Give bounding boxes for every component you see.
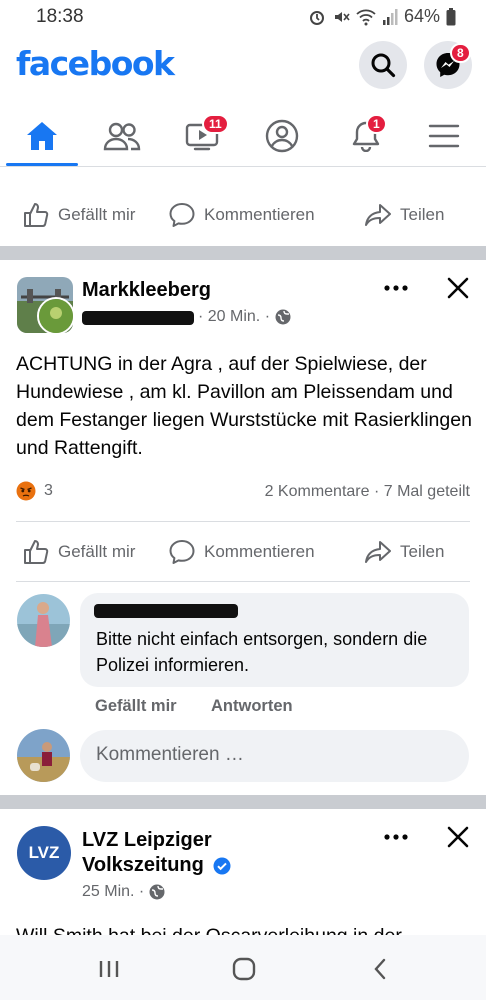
share-button[interactable]: Teilen — [364, 201, 444, 229]
page-avatar-badge — [37, 297, 75, 335]
like-icon — [22, 538, 50, 566]
tab-profile[interactable] — [242, 110, 322, 162]
tab-notifications[interactable] — [326, 110, 406, 162]
reaction-count: 3 — [44, 482, 53, 499]
commenter-avatar[interactable] — [17, 594, 70, 647]
redacted-commenter-name — [94, 604, 238, 618]
comment-label: Kommentieren — [204, 542, 315, 561]
nav-border — [0, 166, 486, 167]
share-icon — [364, 201, 392, 229]
post2-page-name[interactable]: LVZ Leipziger Volkszeitung — [82, 828, 282, 878]
globe-icon — [275, 309, 291, 325]
tab-friends[interactable] — [82, 110, 162, 162]
user-avatar[interactable] — [17, 729, 70, 782]
tab-home[interactable] — [2, 110, 82, 162]
post-more-button[interactable] — [382, 276, 410, 300]
back-button[interactable] — [372, 957, 388, 981]
battery-percent: 64% — [403, 6, 440, 26]
status-icons: 64% — [308, 6, 456, 27]
post-text: ACHTUNG in der Agra , auf der Spielwiese… — [16, 353, 472, 459]
like-button[interactable]: Gefällt mir — [22, 538, 135, 566]
page-name[interactable]: Markkleeberg — [82, 279, 211, 302]
share-button[interactable]: Teilen — [364, 538, 444, 566]
comment-icon — [168, 538, 196, 566]
signal-icon — [382, 8, 398, 26]
share-label: Teilen — [400, 542, 445, 561]
status-time: 18:38 — [36, 6, 84, 27]
redacted-author — [82, 311, 194, 325]
reactions[interactable]: 3 — [16, 481, 53, 501]
post2-meta: 25 Min. · — [82, 883, 165, 901]
comment-text: Bitte nicht einfach entsorgen, sondern d… — [96, 629, 428, 675]
more-icon — [382, 825, 410, 849]
post-divider — [0, 795, 486, 809]
close-icon — [446, 276, 470, 300]
recents-button[interactable] — [98, 959, 120, 979]
previous-post-actions: Gefällt mir Kommentieren Teilen — [0, 185, 486, 245]
post2-page-name-text: LVZ Leipziger Volkszeitung — [82, 829, 212, 876]
comment-button[interactable]: Kommentieren — [168, 201, 315, 229]
angry-reaction-icon — [16, 481, 36, 501]
tab-watch[interactable] — [162, 110, 242, 162]
notifications-badge: 1 — [366, 114, 387, 134]
comment-reply-link[interactable]: Antworten — [211, 697, 293, 716]
search-icon — [370, 52, 396, 78]
like-button[interactable]: Gefällt mir — [22, 201, 135, 229]
lvz-avatar[interactable]: LVZ — [17, 826, 71, 880]
profile-icon — [265, 119, 299, 153]
post-stats[interactable]: 2 Kommentare · 7 Mal geteilt — [265, 483, 470, 501]
comment-label: Kommentieren — [204, 205, 315, 224]
share-icon — [364, 538, 392, 566]
verified-icon — [213, 857, 231, 875]
wifi-icon — [356, 8, 376, 26]
post-time: · 20 Min. · — [198, 308, 271, 325]
battery-icon — [446, 7, 456, 26]
alarm-icon — [308, 8, 326, 26]
comment-input[interactable]: Kommentieren … — [80, 730, 469, 782]
post-meta: · 20 Min. · — [198, 308, 291, 326]
home-icon — [25, 120, 59, 152]
comment-like-link[interactable]: Gefällt mir — [95, 697, 177, 716]
post-actions: Gefällt mir Kommentieren Teilen — [0, 522, 486, 582]
like-label: Gefällt mir — [58, 542, 136, 561]
tab-menu[interactable] — [404, 110, 484, 162]
like-label: Gefällt mir — [58, 205, 136, 224]
comment-button[interactable]: Kommentieren — [168, 538, 315, 566]
post2-more-button[interactable] — [382, 825, 410, 849]
lvz-logo-text: LVZ — [28, 843, 60, 862]
menu-icon — [428, 123, 460, 149]
status-bar: 18:38 64% — [0, 0, 486, 34]
close-icon — [446, 825, 470, 849]
post2-time: 25 Min. · — [82, 883, 145, 900]
post-divider — [0, 246, 486, 260]
facebook-logo[interactable]: facebook — [16, 44, 175, 83]
messenger-badge: 8 — [450, 43, 471, 63]
search-button[interactable] — [359, 41, 407, 89]
android-nav-bar — [0, 935, 486, 1000]
mute-icon — [332, 8, 350, 26]
post2-close-button[interactable] — [446, 825, 470, 849]
actions-divider — [16, 581, 470, 582]
friends-icon — [103, 121, 141, 151]
share-label: Teilen — [400, 205, 445, 224]
globe-icon — [149, 884, 165, 900]
more-icon — [382, 276, 410, 300]
home-nav-icon — [232, 957, 256, 981]
recents-icon — [98, 959, 120, 979]
post-close-button[interactable] — [446, 276, 470, 300]
like-icon — [22, 201, 50, 229]
watch-badge: 11 — [202, 114, 229, 134]
comment-icon — [168, 201, 196, 229]
home-nav-button[interactable] — [232, 957, 256, 981]
back-icon — [372, 957, 388, 981]
